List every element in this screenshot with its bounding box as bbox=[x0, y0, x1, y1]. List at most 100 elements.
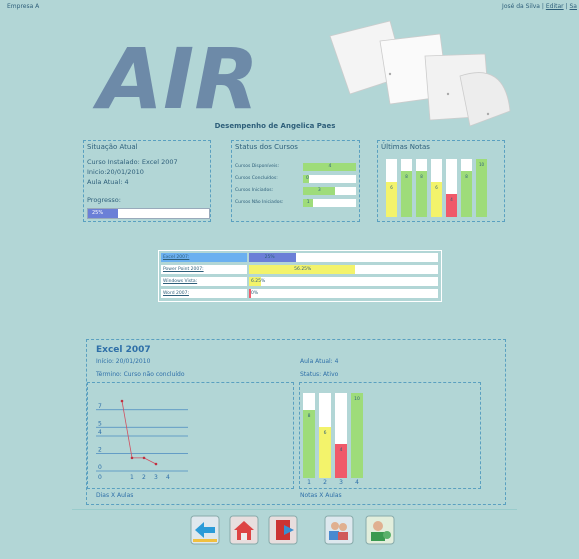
course-row-bar: 25% bbox=[249, 253, 438, 262]
lesson-grade-fill bbox=[303, 410, 315, 478]
course-row[interactable]: Power Point 2007: 56.25% bbox=[161, 265, 439, 275]
days-line bbox=[121, 400, 157, 465]
course-end: Término: Curso não concluído bbox=[96, 371, 185, 378]
user-profile-icon[interactable] bbox=[365, 515, 395, 545]
course-row-label[interactable]: Excel 2007: bbox=[161, 253, 247, 262]
status-row-value: 1 bbox=[306, 200, 310, 205]
edit-link[interactable]: Editar bbox=[546, 3, 564, 10]
grades-lessons-chart: 8 1 6 2 4 3 10 4 bbox=[299, 382, 481, 489]
grade-bar-value: 8 bbox=[405, 173, 408, 179]
installed-course: Curso Instalado: Excel 2007 bbox=[87, 158, 178, 166]
lesson-label: 2 bbox=[323, 479, 327, 486]
panel-title: Últimas Notas bbox=[381, 143, 430, 151]
days-lessons-chart: 0 2 4 5 7 1 2 3 4 0 bbox=[87, 382, 294, 489]
y-tick-label: 0 bbox=[98, 464, 102, 471]
grade-bar-value: 4 bbox=[450, 196, 453, 202]
lesson-grade-bar: 8 bbox=[303, 393, 315, 478]
separator-2: | bbox=[565, 3, 568, 10]
progress-text: 25% bbox=[92, 210, 104, 216]
lesson-label: 4 bbox=[355, 479, 359, 486]
grade-bar-value: 10 bbox=[478, 162, 485, 167]
lesson-grade-value: 8 bbox=[307, 414, 311, 419]
home-icon[interactable] bbox=[229, 515, 259, 545]
grade-bar-value: 6 bbox=[435, 185, 438, 191]
grade-bar: 10 bbox=[476, 159, 487, 217]
course-lesson: Aula Atual: 4 bbox=[300, 358, 339, 365]
status-row-bar: 0 bbox=[303, 175, 356, 183]
lesson-grade-value: 6 bbox=[323, 431, 327, 436]
grade-bar-value: 6 bbox=[390, 185, 393, 191]
logo-text: AIR bbox=[92, 30, 259, 122]
back-arrow-icon[interactable] bbox=[190, 515, 220, 545]
status-row-value: 0 bbox=[306, 176, 309, 181]
course-row-value: 6.25% bbox=[251, 279, 266, 284]
exit-link[interactable]: Sa bbox=[570, 3, 578, 10]
start-date: Inicio:20/01/2010 bbox=[87, 168, 144, 176]
course-row-label[interactable]: Word 2007: bbox=[161, 289, 247, 298]
grade-bar: 4 bbox=[446, 159, 457, 217]
course-status: Status: Ativo bbox=[300, 371, 339, 378]
course-detail-panel: Excel 2007 Início: 20/01/2010 Término: C… bbox=[86, 339, 506, 505]
course-row-value: 0% bbox=[251, 291, 259, 296]
status-row: Cursos Concluídos: 0 bbox=[235, 175, 357, 184]
user-links: José da Silva | Editar | Sa bbox=[502, 3, 577, 10]
panel-title: Situação Atual bbox=[87, 143, 138, 151]
status-row-bar: 3 bbox=[303, 187, 356, 195]
y-tick-label: 5 bbox=[98, 420, 102, 427]
paper-sheets-icon bbox=[320, 16, 515, 131]
course-start: Início: 20/01/2010 bbox=[96, 358, 151, 365]
status-row-label: Cursos Concluídos: bbox=[235, 176, 278, 181]
days-point bbox=[142, 456, 146, 460]
status-row-value: 4 bbox=[328, 164, 332, 169]
days-point bbox=[130, 456, 134, 460]
separator: | bbox=[541, 3, 544, 10]
course-row-value: 56.25% bbox=[294, 267, 312, 272]
course-row-label[interactable]: Windows Vista: bbox=[161, 277, 247, 286]
status-row-bar: 4 bbox=[303, 163, 356, 171]
course-row[interactable]: Windows Vista: 6.25% bbox=[161, 277, 439, 287]
users-icon[interactable] bbox=[324, 515, 354, 545]
days-point bbox=[120, 399, 124, 403]
course-progress-list: Excel 2007: 25% Power Point 2007: 56.25% Win… bbox=[158, 250, 442, 302]
course-row-label[interactable]: Power Point 2007: bbox=[161, 265, 247, 274]
exit-door-icon[interactable] bbox=[268, 515, 298, 545]
status-row: Cursos Não Iniciados: 1 bbox=[235, 199, 357, 208]
status-row-value: 3 bbox=[317, 188, 321, 193]
course-row-bar: 56.25% bbox=[249, 265, 438, 274]
days-caption: Dias X Aulas bbox=[96, 492, 134, 499]
progress-label: Progresso: bbox=[87, 196, 121, 204]
top-bar: Empresa A José da Silva | Editar | Sa bbox=[0, 0, 579, 16]
user-name: José da Silva bbox=[502, 3, 540, 10]
x-tick-label: 3 bbox=[154, 474, 158, 481]
lesson-grade-value: 10 bbox=[354, 397, 360, 402]
course-title: Excel 2007 bbox=[96, 345, 151, 355]
grade-bar: 6 bbox=[431, 159, 442, 217]
status-row-label: Cursos Iniciados: bbox=[235, 188, 274, 193]
current-situation-panel: Situação Atual Curso Instalado: Excel 20… bbox=[83, 140, 211, 222]
course-row[interactable]: Word 2007: 0% bbox=[161, 289, 439, 299]
y-tick-label: 2 bbox=[98, 447, 102, 454]
lesson-grade-bar: 4 bbox=[335, 393, 347, 478]
lesson-label: 3 bbox=[339, 479, 343, 486]
status-row-label: Cursos Não Iniciados: bbox=[235, 200, 284, 205]
y-tick-label: 7 bbox=[98, 403, 102, 410]
panel-title: Status dos Cursos bbox=[235, 143, 298, 151]
current-lesson: Aula Atual: 4 bbox=[87, 178, 129, 186]
grade-bar-value: 8 bbox=[420, 173, 423, 179]
status-row: Cursos Disponíveis: 4 bbox=[235, 163, 357, 172]
course-row[interactable]: Excel 2007: 25% bbox=[161, 253, 439, 263]
x-origin-label: 0 bbox=[98, 474, 102, 481]
air-logo: AIR bbox=[90, 22, 310, 128]
x-tick-label: 4 bbox=[166, 474, 170, 481]
lesson-grade-fill bbox=[351, 393, 363, 478]
grade-bar-value: 8 bbox=[465, 173, 468, 179]
grade-bar: 8 bbox=[461, 159, 472, 217]
days-point bbox=[154, 462, 158, 466]
x-tick-label: 2 bbox=[142, 474, 146, 481]
lesson-label: 1 bbox=[307, 479, 311, 486]
grade-bar: 6 bbox=[386, 159, 397, 217]
course-status-panel: Status dos Cursos Cursos Disponíveis: 4 Cu… bbox=[231, 140, 360, 222]
lesson-grade-value: 4 bbox=[339, 448, 343, 453]
grade-bar-fill bbox=[476, 159, 487, 217]
course-row-bar: 0% bbox=[249, 289, 438, 298]
